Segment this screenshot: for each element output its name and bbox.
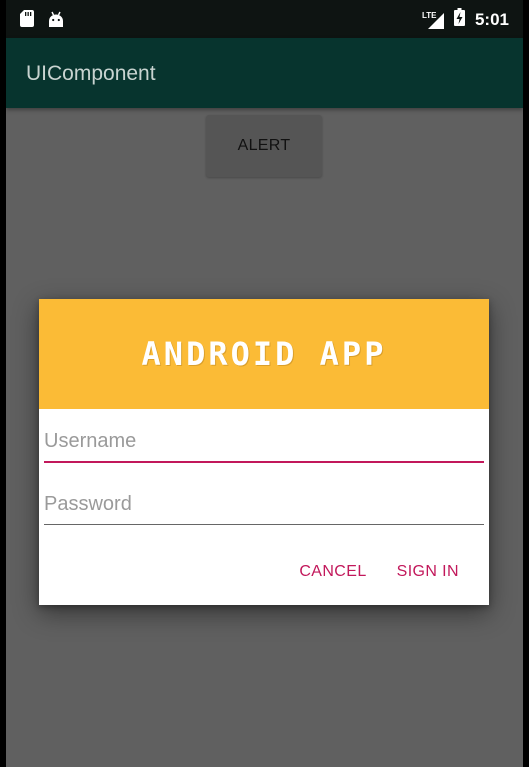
banner-title: ANDROID APP [141, 335, 387, 373]
password-field[interactable] [44, 484, 484, 525]
cancel-button[interactable]: CANCEL [299, 563, 366, 581]
status-bar-system: LTE 5:01 [422, 8, 509, 31]
dialog-banner: ANDROID APP [39, 299, 489, 409]
login-dialog: ANDROID APP CANCEL SIGN IN [39, 299, 489, 605]
status-time: 5:01 [474, 9, 509, 29]
app-bar: UIComponent [6, 38, 523, 108]
battery-charging-icon [453, 8, 465, 31]
signal-icon: LTE [422, 11, 444, 29]
sign-in-button[interactable]: SIGN IN [397, 563, 459, 581]
sd-card-icon [20, 10, 34, 32]
dialog-actions: CANCEL SIGN IN [299, 563, 459, 581]
alert-button[interactable]: ALERT [206, 115, 322, 177]
android-icon [48, 11, 64, 32]
app-title: UIComponent [26, 62, 156, 85]
username-field[interactable] [44, 421, 484, 463]
status-bar-notifications [20, 10, 64, 32]
app-screen: LTE 5:01 UIComponent ALERT ANDROID APP U… [6, 0, 523, 767]
status-bar: LTE 5:01 [6, 0, 523, 38]
